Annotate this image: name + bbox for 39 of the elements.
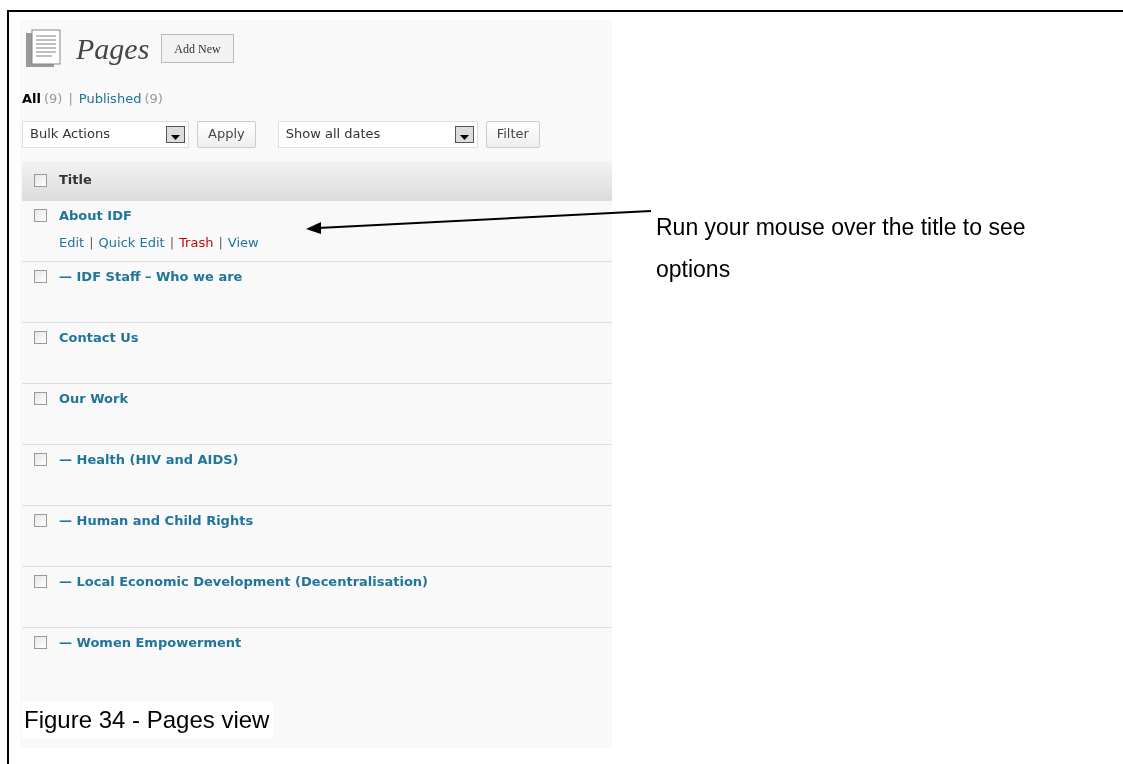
row-checkbox[interactable]	[34, 391, 47, 405]
separator: |	[89, 234, 94, 252]
filter-button[interactable]: Filter	[485, 120, 540, 148]
row-action-link[interactable]: View	[227, 233, 259, 253]
row-checkbox[interactable]	[34, 574, 47, 588]
dropdown-select[interactable]: Bulk Actions	[22, 120, 189, 148]
callout-text: Run your mouse over the title to see options	[656, 213, 1027, 284]
view-count: (9)	[144, 90, 163, 108]
separator: |	[218, 234, 223, 252]
view-count: (9)	[44, 90, 63, 108]
pages-icon	[24, 28, 64, 69]
view-filter-link[interactable]: All	[22, 89, 41, 109]
row-checkbox[interactable]	[34, 269, 47, 283]
trash-link[interactable]: Trash	[179, 233, 214, 253]
row-checkbox[interactable]	[34, 330, 47, 344]
page-title: Pages	[76, 31, 150, 67]
row-action-link[interactable]: Quick Edit	[98, 233, 165, 253]
apply-button[interactable]: Apply	[197, 120, 256, 148]
add-new-button[interactable]: Add New	[161, 34, 234, 63]
page-title-link[interactable]: — Local Economic Development (Decentralisation)	[59, 571, 429, 591]
row-action-link[interactable]: Edit	[59, 233, 85, 253]
row-checkbox[interactable]	[34, 452, 47, 466]
row-checkbox[interactable]	[34, 208, 47, 222]
row-checkbox[interactable]	[34, 635, 47, 649]
page-title-link[interactable]: About IDF	[59, 205, 259, 225]
page-title-link[interactable]: — Health (HIV and AIDS)	[59, 449, 239, 469]
view-filter-link[interactable]: Published	[78, 89, 142, 109]
page-title-link[interactable]: — Women Empowerment	[59, 632, 242, 652]
dropdown-select[interactable]: Show all dates	[277, 120, 478, 148]
figure-caption: Figure 34 - Pages view	[22, 702, 274, 738]
separator: |	[169, 234, 175, 252]
page-title-link[interactable]: — Human and Child Rights	[59, 510, 254, 530]
page-title-link[interactable]: Contact Us	[59, 327, 139, 347]
page-title-link[interactable]: — IDF Staff – Who we are	[59, 266, 243, 286]
row-checkbox[interactable]	[34, 513, 47, 527]
separator: |	[68, 90, 73, 108]
column-header: Title	[59, 171, 92, 190]
row-checkbox[interactable]	[34, 173, 47, 187]
page-title-link[interactable]: Our Work	[59, 388, 129, 408]
